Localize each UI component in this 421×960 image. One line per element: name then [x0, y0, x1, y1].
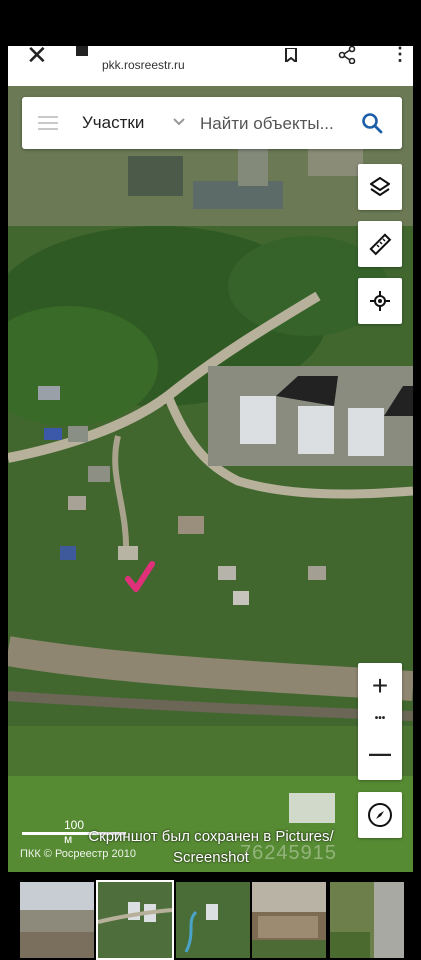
thumbnail-5[interactable]	[330, 882, 404, 958]
satellite-map[interactable]	[8, 86, 413, 872]
ruler-icon	[369, 233, 392, 256]
tab-indicator	[76, 46, 88, 56]
menu-icon[interactable]	[38, 116, 58, 130]
toast-line-1: Скриншот был сохранен в Pictures/	[88, 828, 334, 845]
thumbnail-3[interactable]	[176, 882, 250, 958]
thumbnail-1[interactable]	[20, 882, 94, 958]
layers-icon	[370, 177, 390, 196]
search-bar: Участки	[22, 97, 402, 149]
zoom-more-button[interactable]: •••	[358, 707, 402, 729]
compass-icon	[368, 803, 392, 827]
browser-bar: ✕ pkk.rosreestr.ru ⋮	[8, 42, 413, 86]
search-icon[interactable]	[360, 111, 384, 135]
satellite-imagery	[8, 86, 413, 872]
plot-marker-icon	[125, 561, 155, 592]
zoom-control: + ••• —	[358, 663, 402, 780]
thumbnail-4[interactable]	[252, 882, 326, 958]
locate-icon	[370, 291, 390, 311]
toast-line-2: Screenshot	[173, 849, 249, 866]
url-text[interactable]: pkk.rosreestr.ru	[102, 58, 185, 72]
zoom-in-button[interactable]: +	[358, 665, 402, 707]
layers-button[interactable]	[358, 164, 402, 210]
locate-button[interactable]	[358, 278, 402, 324]
bookmark-icon[interactable]	[284, 48, 298, 62]
zoom-out-button[interactable]: —	[358, 733, 402, 775]
chevron-down-icon[interactable]	[172, 115, 186, 129]
close-icon[interactable]: ✕	[26, 42, 48, 68]
search-input[interactable]	[198, 111, 362, 137]
map-overlay-square	[289, 793, 335, 823]
thumbnail-2-selected[interactable]	[96, 880, 174, 960]
share-icon[interactable]	[338, 46, 356, 64]
measure-button[interactable]	[358, 221, 402, 267]
thumbnail-strip	[0, 872, 421, 960]
layer-select[interactable]: Участки	[82, 113, 144, 133]
more-icon[interactable]: ⋮	[391, 44, 409, 65]
screenshot-toast: Скриншот был сохранен в Pictures/ Screen…	[46, 826, 376, 868]
